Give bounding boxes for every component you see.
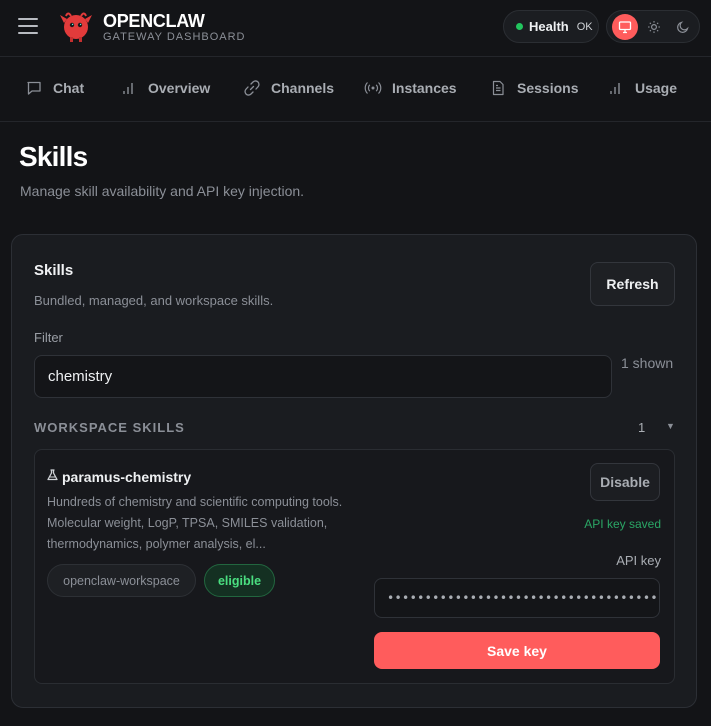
nav-label: Usage: [635, 80, 678, 96]
card-subtitle: Bundled, managed, and workspace skills.: [34, 293, 274, 308]
skill-name-row: paramus-chemistry: [47, 468, 191, 486]
skills-card: Skills Bundled, managed, and workspace s…: [11, 234, 697, 708]
theme-system-button[interactable]: [612, 14, 638, 40]
skill-group-header[interactable]: WORKSPACE SKILLS 1 ▼: [34, 420, 676, 438]
nav-item-overview[interactable]: Overview: [120, 79, 210, 97]
chat-bubble-icon: [25, 79, 43, 97]
monitor-icon: [618, 21, 632, 34]
top-bar: OPENCLAW GATEWAY DASHBOARD Health OK: [0, 0, 711, 54]
main-nav: Chat Overview Channels Instances Session…: [0, 57, 711, 121]
api-key-label: API key: [616, 553, 661, 568]
health-status[interactable]: Health OK: [503, 10, 599, 43]
group-name: WORKSPACE SKILLS: [34, 420, 185, 435]
disable-button[interactable]: Disable: [590, 463, 660, 501]
health-dot-icon: [516, 23, 523, 30]
bar-chart-icon: [607, 79, 625, 97]
skill-description: Hundreds of chemistry and scientific com…: [47, 495, 343, 551]
menu-icon[interactable]: [18, 18, 38, 34]
sun-icon: [648, 21, 660, 33]
skill-item: paramus-chemistry Hundreds of chemistry …: [34, 449, 675, 684]
nav-label: Sessions: [517, 80, 579, 96]
nav-label: Instances: [392, 80, 457, 96]
caret-down-icon: ▼: [666, 421, 675, 431]
api-key-status: API key saved: [584, 517, 661, 531]
health-value: OK: [576, 20, 593, 33]
link-icon: [243, 79, 261, 97]
save-key-button[interactable]: Save key: [374, 632, 660, 669]
document-icon: [489, 79, 507, 97]
theme-switcher: [606, 10, 700, 43]
bar-chart-icon: [120, 79, 138, 97]
skill-name: paramus-chemistry: [62, 469, 192, 485]
brand-title: OPENCLAW: [103, 11, 205, 31]
moon-icon: [677, 21, 689, 33]
filter-input[interactable]: [34, 355, 612, 398]
red-claw-mascot-icon: [58, 9, 94, 43]
nav-label: Channels: [271, 80, 335, 96]
nav-item-sessions[interactable]: Sessions: [489, 79, 578, 97]
divider: [0, 121, 711, 122]
nav-item-channels[interactable]: Channels: [243, 79, 334, 97]
nav-item-instances[interactable]: Instances: [364, 79, 457, 97]
api-key-input[interactable]: [374, 578, 660, 618]
theme-dark-button[interactable]: [670, 14, 696, 40]
page-title: Skills: [19, 141, 88, 172]
refresh-button[interactable]: Refresh: [590, 262, 675, 306]
skill-status-chip: eligible: [204, 564, 275, 597]
nav-item-usage[interactable]: Usage: [607, 79, 677, 97]
group-count: 1: [638, 420, 646, 435]
flask-icon: [47, 468, 58, 486]
brand-subtitle: GATEWAY DASHBOARD: [103, 31, 246, 43]
brand: OPENCLAW GATEWAY DASHBOARD: [103, 11, 246, 43]
card-title: Skills: [34, 262, 74, 279]
filter-label: Filter: [34, 330, 63, 345]
nav-label: Chat: [53, 80, 85, 96]
health-label: Health: [529, 19, 569, 34]
theme-light-button[interactable]: [641, 14, 667, 40]
radio-waves-icon: [364, 79, 382, 97]
nav-label: Overview: [148, 80, 211, 96]
nav-item-chat[interactable]: Chat: [25, 79, 84, 97]
shown-count: 1 shown: [621, 355, 674, 371]
page-subtitle: Manage skill availability and API key in…: [20, 183, 305, 199]
skill-source-chip: openclaw-workspace: [47, 564, 196, 597]
